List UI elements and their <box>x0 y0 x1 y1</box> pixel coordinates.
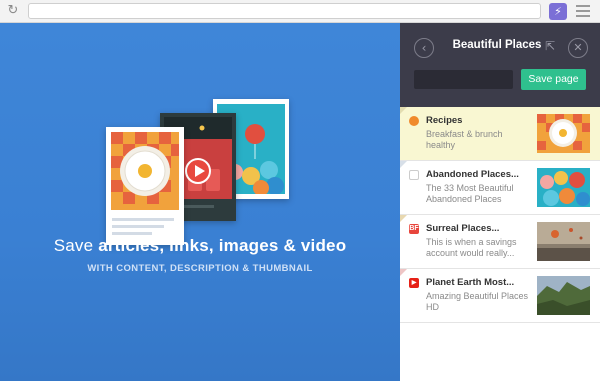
item-description: This is when a savings account would rea… <box>426 237 517 258</box>
collection-input[interactable] <box>414 70 513 89</box>
illustration-article-card <box>106 127 184 245</box>
lightning-icon[interactable]: ⚡ <box>549 3 567 20</box>
item-description: Breakfast & brunch healthy <box>426 129 503 150</box>
hero-section: Save articles, links, images & video WIT… <box>0 23 400 381</box>
item-title: Abandoned Places... <box>426 169 519 180</box>
saved-items-list: Recipes Breakfast & brunch healthy Aband… <box>400 107 600 323</box>
item-thumbnail <box>537 168 590 207</box>
reload-icon[interactable]: ↻ <box>6 4 20 18</box>
item-corner-marker <box>400 161 407 168</box>
item-thumbnail <box>537 222 590 261</box>
site-favicon-icon <box>409 116 419 126</box>
close-icon[interactable]: ✕ <box>568 38 588 58</box>
item-corner-marker <box>400 215 407 222</box>
item-title: Surreal Places... <box>426 223 500 234</box>
item-thumbnail <box>537 114 590 153</box>
list-item[interactable]: Recipes Breakfast & brunch healthy <box>400 107 600 161</box>
extension-panel: ‹ Beautiful Places ⇱ ✕ Save page Recipes… <box>400 23 600 381</box>
item-description: Amazing Beautiful Places HD <box>426 291 529 312</box>
back-arrow-icon[interactable]: ‹ <box>414 38 434 58</box>
site-favicon-icon <box>409 170 419 180</box>
item-title: Recipes <box>426 115 463 126</box>
save-page-button[interactable]: Save page <box>521 69 586 90</box>
item-corner-marker <box>400 269 407 276</box>
item-title: Planet Earth Most... <box>426 277 515 288</box>
item-description: The 33 Most Beautiful Abandoned Places <box>426 183 514 204</box>
item-corner-marker <box>400 107 407 114</box>
item-thumbnail <box>537 276 590 315</box>
hero-subtitle: WITH CONTENT, DESCRIPTION & THUMBNAIL <box>87 263 313 274</box>
browser-toolbar: ↻ ⚡ <box>0 0 600 23</box>
list-item[interactable]: Abandoned Places... The 33 Most Beautifu… <box>400 161 600 215</box>
panel-header: ‹ Beautiful Places ⇱ ✕ Save page <box>400 23 600 107</box>
list-item[interactable]: BF Surreal Places... This is when a savi… <box>400 215 600 269</box>
site-favicon-icon: BF <box>409 224 419 234</box>
share-icon[interactable]: ⇱ <box>542 38 558 54</box>
hamburger-menu-icon[interactable] <box>576 5 590 17</box>
list-item[interactable]: ▶ Planet Earth Most... Amazing Beautiful… <box>400 269 600 323</box>
address-bar[interactable] <box>28 3 541 19</box>
hero-title: Save articles, links, images & video <box>53 236 347 255</box>
play-icon: ▶ <box>409 278 419 288</box>
